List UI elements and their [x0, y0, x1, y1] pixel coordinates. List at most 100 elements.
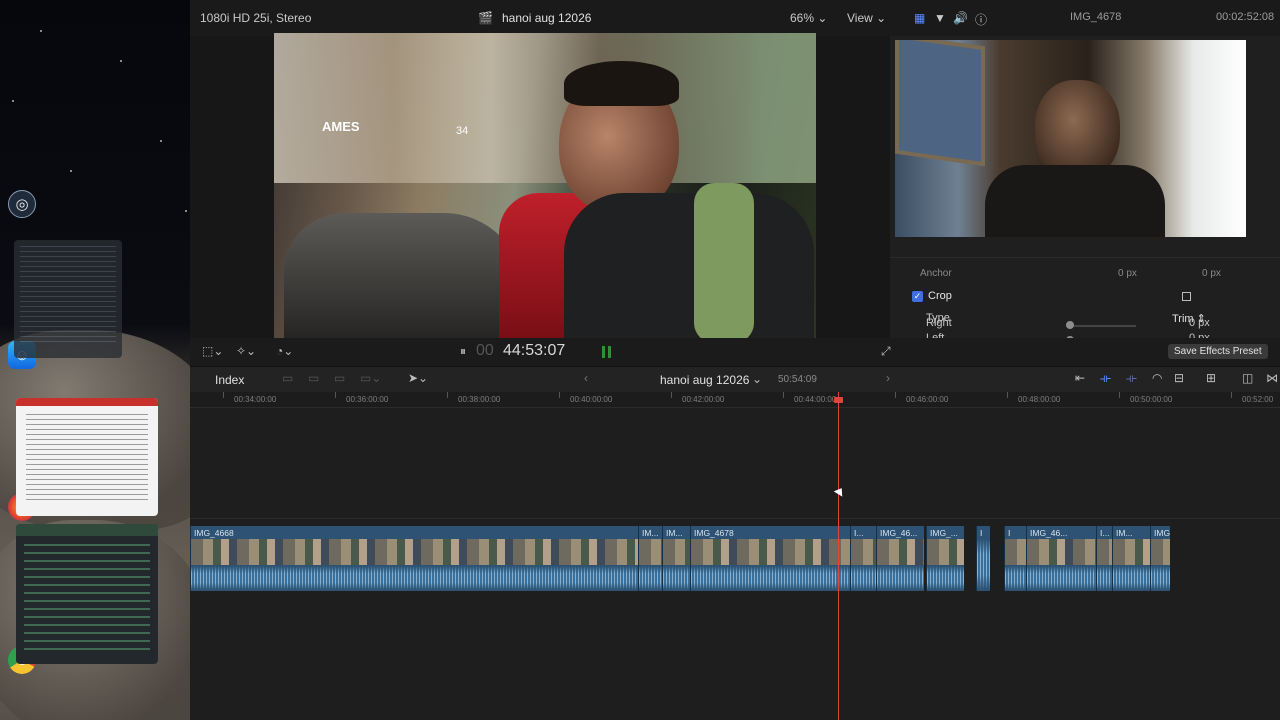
- audio-meter-left: [602, 346, 605, 358]
- select-tool-icon[interactable]: ➤⌄: [408, 371, 428, 385]
- timeline-clip[interactable]: IMG_...: [1150, 526, 1170, 591]
- speed-icon[interactable]: ◔⌄: [276, 344, 293, 358]
- zoom-to-fit-icon[interactable]: ⇤: [1075, 371, 1085, 385]
- obs-icon[interactable]: ◎: [8, 190, 36, 218]
- chevron-down-icon: ⌄: [876, 11, 887, 25]
- clip-filmstrip: [639, 539, 662, 565]
- audio-skimming-icon[interactable]: ⟛: [1126, 371, 1137, 386]
- append-clip-icon[interactable]: ▭: [334, 371, 345, 385]
- ruler-tick: [559, 392, 560, 398]
- inspector-clip-name: IMG_4678: [1070, 11, 1122, 23]
- transitions-browser-icon[interactable]: ⋈: [1266, 371, 1278, 385]
- crop-checkbox[interactable]: ✓: [912, 291, 923, 302]
- audio-icon[interactable]: 🔊: [953, 11, 968, 25]
- timeline-ruler[interactable]: 00:34:00:00 00:36:00:00 00:38:00:00 00:4…: [190, 392, 1280, 408]
- ruler-label: 00:46:00:00: [906, 395, 949, 404]
- clip-filmstrip: [663, 539, 690, 565]
- timeline-track-area[interactable]: IMG_4668 IM... IM... IMG_4678 I... IMG_4…: [190, 408, 1280, 720]
- timecode-display[interactable]: 44:53:07: [503, 342, 565, 360]
- skimming-icon[interactable]: ⟛: [1100, 371, 1111, 386]
- index-button[interactable]: Index: [215, 373, 244, 387]
- timeline-clip[interactable]: IMG_4668: [190, 526, 638, 591]
- clip-label: IM...: [666, 528, 683, 538]
- overwrite-clip-icon[interactable]: ▭⌄: [360, 371, 381, 385]
- clip-label: IMG_...: [930, 528, 958, 538]
- view-label: View: [847, 11, 873, 25]
- clip-waveform: [691, 566, 850, 590]
- ruler-tick: [895, 392, 896, 398]
- project-duration: 50:54:09: [778, 374, 817, 385]
- person-shirt: [985, 165, 1165, 237]
- timeline-clip[interactable]: IM...: [1112, 526, 1150, 591]
- ruler-tick: [1007, 392, 1008, 398]
- transform-icon[interactable]: ⬚⌄: [202, 344, 223, 358]
- ruler-tick: [335, 392, 336, 398]
- save-effects-preset-button[interactable]: Save Effects Preset: [1168, 344, 1268, 359]
- timeline-clip[interactable]: IMG_46...: [876, 526, 924, 591]
- effects-browser-icon[interactable]: ◫: [1242, 371, 1253, 385]
- clip-filmstrip: [877, 539, 924, 565]
- document-window-thumbnail[interactable]: [16, 398, 158, 516]
- connect-clip-icon[interactable]: ▭: [282, 371, 293, 385]
- crop-tool-icon[interactable]: [1182, 292, 1191, 301]
- filter-icon[interactable]: ▼: [934, 11, 946, 25]
- ruler-tick: [783, 392, 784, 398]
- play-icon[interactable]: ⏸: [460, 344, 466, 359]
- zoom-dropdown[interactable]: 66% ⌄: [790, 11, 827, 25]
- back-arrow-icon[interactable]: ‹: [584, 371, 588, 385]
- chevron-down-icon: ⌄: [817, 11, 828, 25]
- terminal-window-thumbnail[interactable]: [14, 240, 122, 358]
- viewer-toolbar: 1080i HD 25i, Stereo 🎬 hanoi aug 12026 6…: [190, 0, 1280, 36]
- solo-headphones-icon[interactable]: ◠: [1152, 371, 1162, 385]
- anchor-row: Anchor 0 px 0 px: [910, 268, 1250, 286]
- timeline-project-name[interactable]: hanoi aug 12026: [660, 373, 749, 387]
- video-frame[interactable]: AMES 34: [274, 33, 816, 338]
- chevron-down-icon[interactable]: ⌄: [752, 372, 762, 386]
- forward-arrow-icon[interactable]: ›: [886, 371, 890, 385]
- anchor-x-value[interactable]: 0 px: [1118, 268, 1137, 279]
- star: [70, 170, 72, 172]
- timeline-clip[interactable]: I: [1004, 526, 1026, 591]
- divider: [890, 257, 1280, 258]
- timeline-clip[interactable]: I...: [850, 526, 876, 591]
- view-menu[interactable]: View ⌄: [847, 11, 886, 25]
- right-row: Right 0 px: [910, 317, 1250, 335]
- right-value[interactable]: 0 px: [1189, 317, 1210, 329]
- playhead[interactable]: [838, 392, 839, 720]
- clip-filmstrip: [1027, 539, 1096, 565]
- timeline-clip[interactable]: IMG_4678: [690, 526, 850, 591]
- clip-label: I...: [854, 528, 864, 538]
- right-slider[interactable]: [1066, 321, 1136, 329]
- app-window-thumbnail[interactable]: [16, 524, 158, 664]
- clip-filmstrip: [1005, 539, 1026, 565]
- ruler-label: 00:48:00:00: [1018, 395, 1061, 404]
- slider-knob[interactable]: [1066, 321, 1074, 329]
- timeline-clip[interactable]: IMG_...: [926, 526, 964, 591]
- backpack-strap: [694, 183, 754, 338]
- film-icon[interactable]: ▦: [914, 11, 925, 25]
- timeline-header: Index ▭ ▭ ▭ ▭⌄ ➤⌄ ‹ hanoi aug 12026 ⌄ 50…: [190, 366, 1280, 392]
- format-label: 1080i HD 25i, Stereo: [200, 11, 312, 25]
- anchor-y-value[interactable]: 0 px: [1202, 268, 1221, 279]
- clip-appearance-icon[interactable]: ⊞: [1206, 371, 1216, 385]
- clip-filmstrip: [1097, 539, 1112, 565]
- insert-clip-icon[interactable]: ▭: [308, 371, 319, 385]
- anchor-label: Anchor: [920, 268, 952, 279]
- timeline-clip[interactable]: IMG_46...: [1026, 526, 1096, 591]
- playhead-handle[interactable]: [834, 397, 843, 403]
- ruler-label: 00:38:00:00: [458, 395, 501, 404]
- person-hair: [564, 61, 679, 106]
- person-shirt: [564, 193, 814, 338]
- ruler-tick: [223, 392, 224, 398]
- enhance-wand-icon[interactable]: ✧⌄: [236, 344, 256, 358]
- snapping-icon[interactable]: ⊟: [1174, 371, 1184, 385]
- clip-waveform: [927, 566, 964, 590]
- timeline-clip[interactable]: I...: [1096, 526, 1112, 591]
- timeline-clip[interactable]: IM...: [638, 526, 662, 591]
- final-cut-window: 1080i HD 25i, Stereo 🎬 hanoi aug 12026 6…: [190, 0, 1280, 720]
- info-icon[interactable]: ⓘ: [975, 11, 987, 28]
- clip-label: IMG_...: [1154, 528, 1170, 538]
- timeline-clip[interactable]: IM...: [662, 526, 690, 591]
- timeline-clip[interactable]: I: [976, 526, 990, 591]
- fullscreen-icon[interactable]: ⤢: [881, 344, 891, 359]
